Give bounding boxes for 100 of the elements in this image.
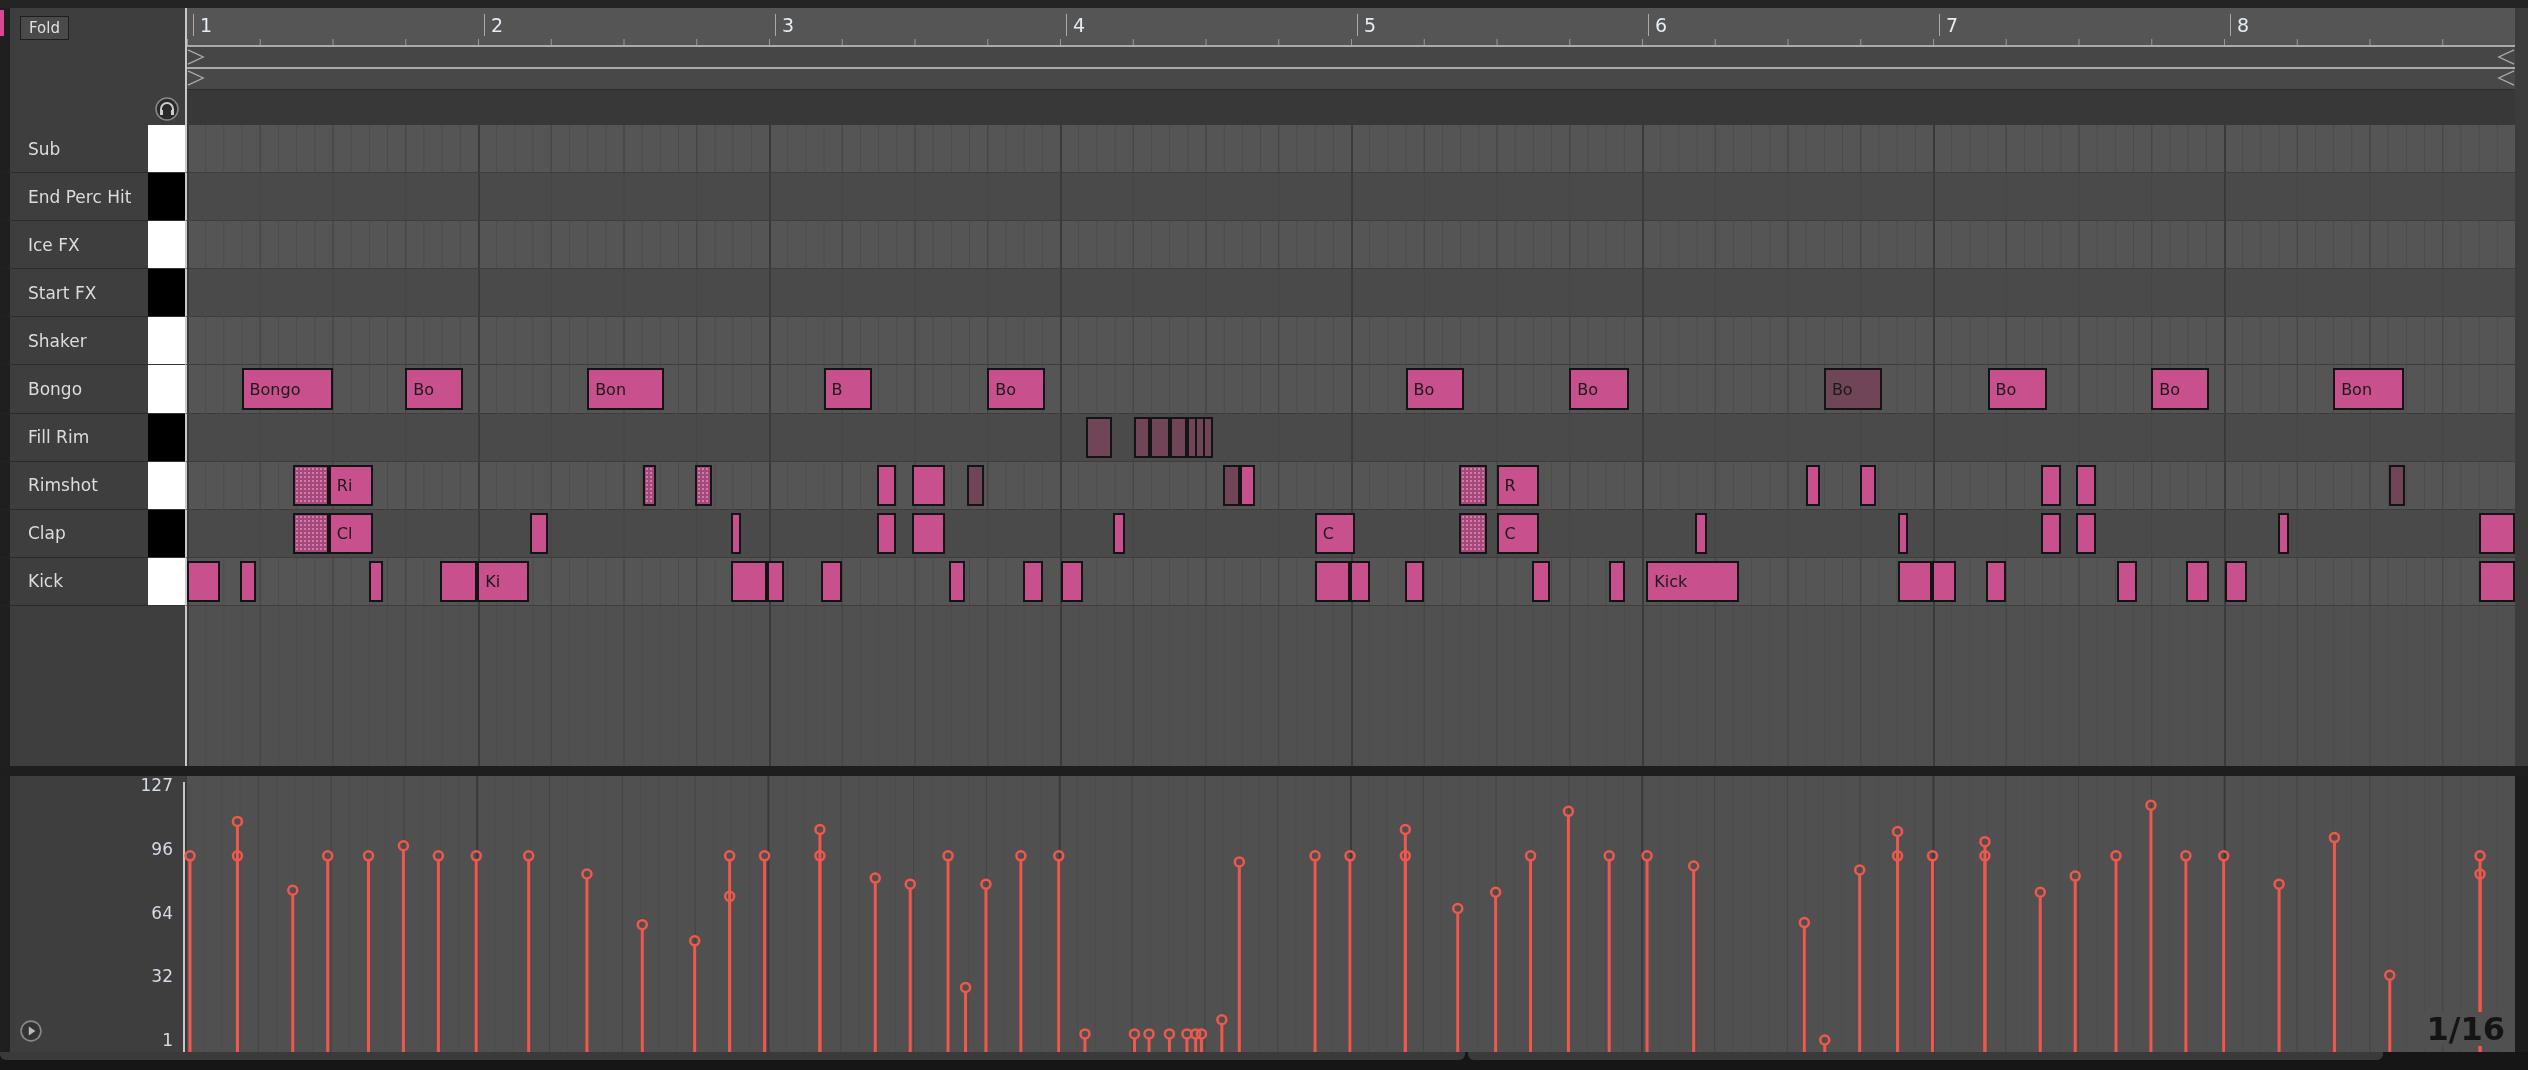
piano-key[interactable] (148, 269, 185, 318)
midi-note[interactable] (2277, 512, 2290, 554)
midi-note[interactable] (2041, 512, 2062, 554)
midi-note[interactable] (1898, 512, 1909, 554)
midi-note[interactable]: Ri (328, 464, 373, 506)
midi-note[interactable]: Bo (1823, 368, 1883, 410)
note-lane[interactable]: Ri R (185, 461, 2515, 510)
midi-note[interactable] (2076, 464, 2096, 506)
axis-tick-label: 127 (140, 775, 173, 795)
drum-pad-name[interactable]: Shaker (0, 317, 148, 366)
midi-note[interactable] (694, 464, 713, 506)
piano-key[interactable] (148, 173, 185, 222)
midi-note[interactable] (240, 560, 257, 602)
track-color-marker (0, 10, 4, 36)
midi-note[interactable] (1459, 512, 1488, 554)
midi-note[interactable] (1695, 512, 1707, 554)
midi-note[interactable] (293, 464, 329, 506)
axis-tick-label: 32 (151, 966, 173, 987)
midi-note[interactable]: Bo (1569, 368, 1629, 410)
midi-note[interactable] (1609, 560, 1626, 602)
midi-note[interactable] (187, 560, 221, 602)
midi-note[interactable] (1314, 560, 1351, 602)
midi-note[interactable] (876, 464, 897, 506)
midi-note[interactable] (1931, 560, 1956, 602)
midi-note[interactable] (293, 512, 329, 554)
midi-note[interactable] (1898, 560, 1932, 602)
drum-pad-name[interactable]: End Perc Hit (0, 173, 148, 222)
midi-note[interactable]: Bon (587, 368, 664, 410)
midi-note[interactable] (1986, 560, 2006, 602)
drum-pad-name[interactable]: Sub (0, 125, 148, 174)
midi-note[interactable] (1350, 560, 1370, 602)
piano-key[interactable] (148, 461, 185, 510)
midi-note[interactable]: Bo (1987, 368, 2048, 410)
scrollbar-thumb[interactable] (0, 1052, 1465, 1060)
midi-note[interactable] (2186, 560, 2209, 602)
axis-tick-label: 1 (162, 1030, 173, 1050)
bar-number: 2 (484, 14, 504, 36)
midi-note[interactable] (1404, 560, 1425, 602)
midi-note[interactable]: Bo (405, 368, 464, 410)
loop-brace[interactable] (187, 47, 2515, 69)
midi-note[interactable]: Kick (1646, 560, 1739, 602)
note-lane[interactable]: Bongo Bo Bon B Bo Bo Bo Bo Bo Bo Bon (185, 365, 2515, 414)
drum-pad-name[interactable]: Rimshot (0, 461, 148, 510)
midi-note[interactable] (911, 512, 946, 554)
midi-note[interactable]: Bon (2333, 368, 2404, 410)
midi-note[interactable] (1532, 560, 1550, 602)
midi-note[interactable] (731, 560, 767, 602)
drum-pad-name[interactable]: Kick (0, 557, 148, 606)
midi-note[interactable]: Bo (987, 368, 1046, 410)
midi-note[interactable] (1022, 560, 1043, 602)
note-lane[interactable]: Cl C C (185, 509, 2515, 558)
fold-button[interactable]: Fold (20, 16, 69, 40)
midi-note[interactable]: Bongo (241, 368, 333, 410)
midi-note[interactable] (2076, 512, 2096, 554)
midi-note[interactable]: Cl (328, 512, 373, 554)
midi-note[interactable] (2224, 560, 2248, 602)
midi-note[interactable]: Bo (1405, 368, 1464, 410)
piano-key[interactable] (148, 125, 185, 174)
piano-key[interactable] (148, 557, 185, 606)
midi-note[interactable] (1240, 464, 1255, 506)
loop-start-marker-icon[interactable] (187, 69, 205, 87)
midi-note[interactable] (368, 560, 384, 602)
drum-pad-name[interactable]: Ice FX (0, 221, 148, 270)
drum-pad-name[interactable]: Clap (0, 509, 148, 558)
headphones-icon[interactable] (155, 97, 179, 121)
bar-number: 8 (2230, 14, 2250, 36)
note-lane[interactable]: Ki Kick (185, 557, 2515, 606)
midi-note[interactable] (821, 560, 843, 602)
scrollbar-thumb[interactable] (1468, 1052, 2383, 1060)
midi-note[interactable] (1061, 560, 1083, 602)
midi-note[interactable]: Ki (477, 560, 529, 602)
midi-note[interactable] (2117, 560, 2137, 602)
midi-note[interactable]: C (1496, 512, 1539, 554)
drum-pad-name[interactable]: Bongo (0, 365, 148, 414)
loop-start-marker-icon[interactable] (187, 48, 205, 66)
midi-note[interactable] (2479, 560, 2515, 602)
play-icon[interactable] (20, 1020, 42, 1042)
midi-note[interactable] (530, 512, 548, 554)
axis-tick-label: 64 (151, 902, 173, 923)
midi-note[interactable] (643, 464, 657, 506)
loop-end-marker-icon[interactable] (2497, 48, 2515, 66)
midi-note[interactable]: C (1314, 512, 1355, 554)
midi-note[interactable] (1860, 464, 1877, 506)
piano-key[interactable] (148, 221, 185, 270)
midi-note[interactable] (2041, 464, 2062, 506)
midi-note[interactable]: B (823, 368, 872, 410)
midi-note[interactable] (1113, 512, 1125, 554)
midi-note[interactable] (1459, 464, 1488, 506)
midi-note[interactable] (876, 512, 897, 554)
midi-note[interactable]: Bo (2151, 368, 2210, 410)
midi-note[interactable] (731, 512, 742, 554)
midi-note[interactable]: R (1496, 464, 1539, 506)
midi-note[interactable] (2479, 512, 2515, 554)
loop-end-marker-icon[interactable] (2497, 69, 2515, 87)
midi-note[interactable] (911, 464, 946, 506)
drum-pad-name[interactable]: Start FX (0, 269, 148, 318)
midi-note[interactable] (440, 560, 478, 602)
midi-note[interactable] (1805, 464, 1821, 506)
drum-pad-name[interactable]: Fill Rim (0, 413, 148, 462)
midi-note[interactable] (948, 560, 965, 602)
